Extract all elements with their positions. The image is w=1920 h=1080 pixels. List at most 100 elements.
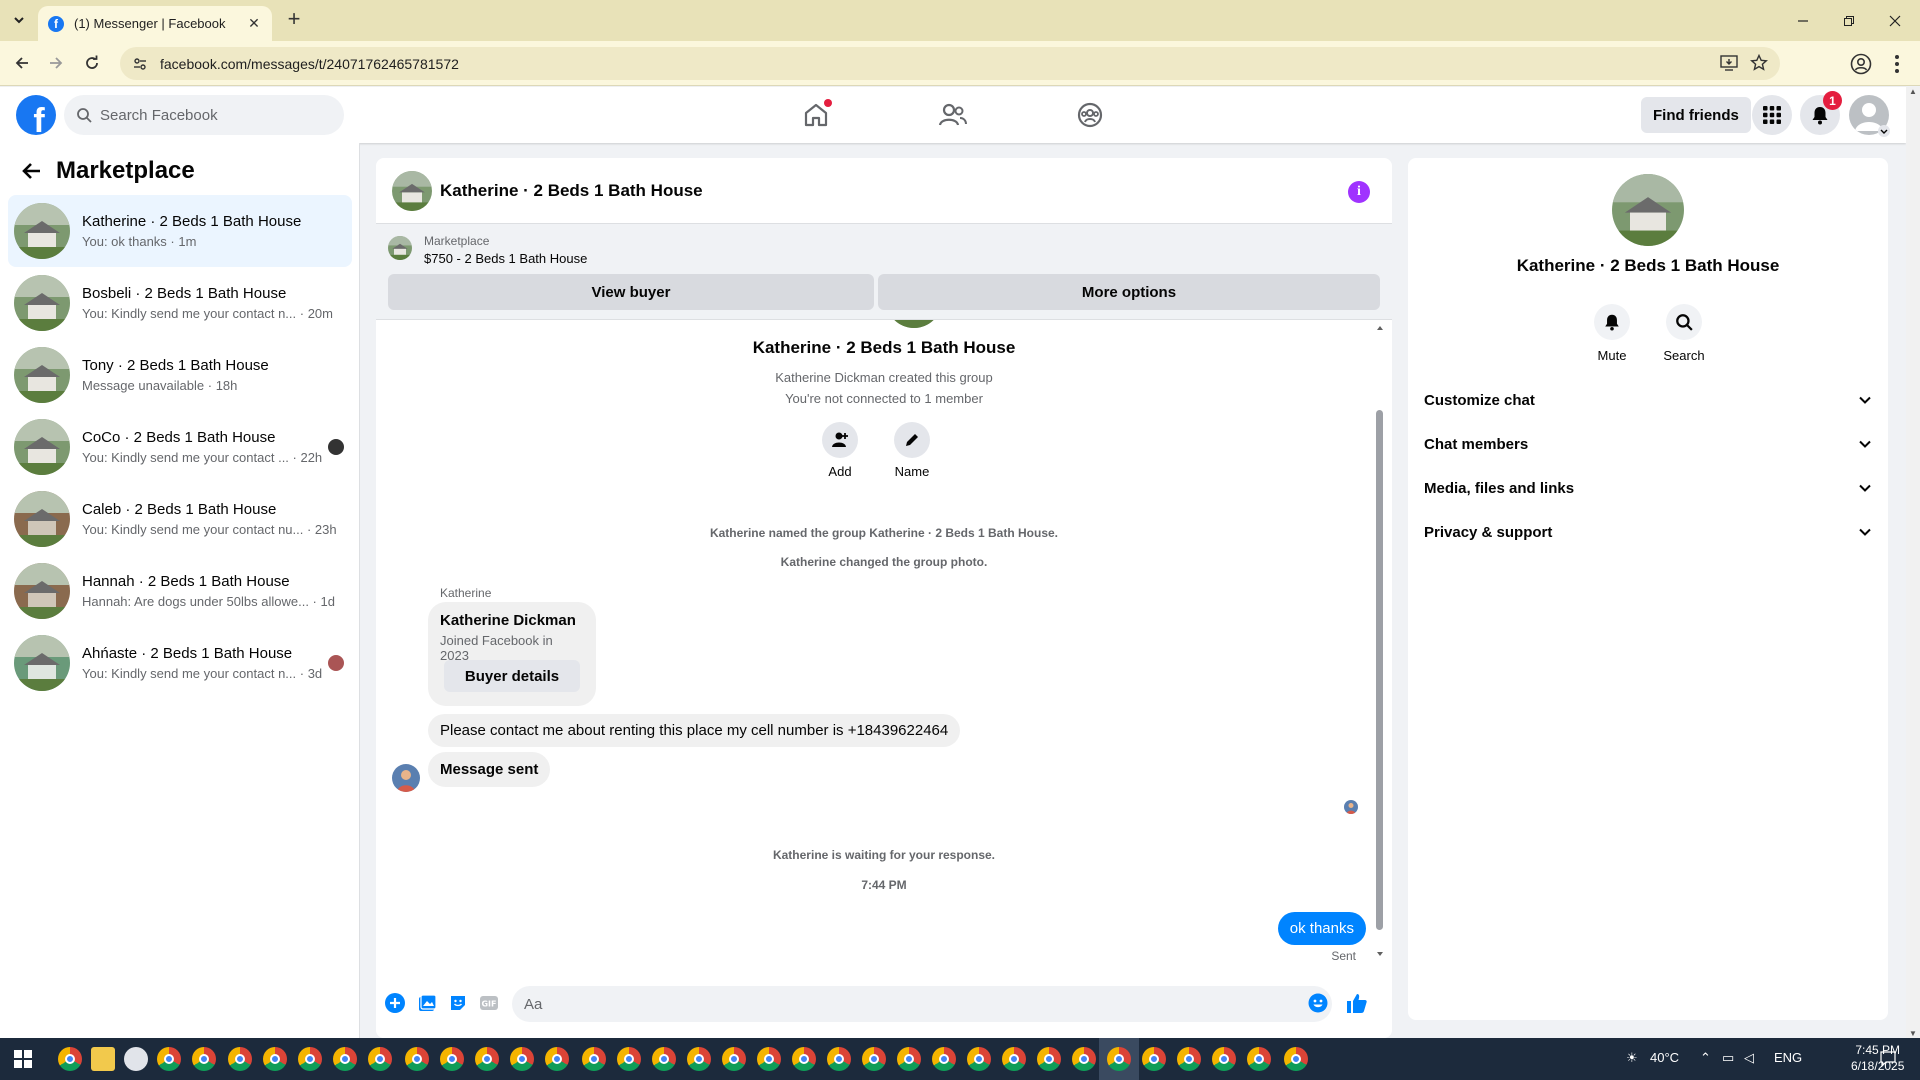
conversation-item[interactable]: Tony · 2 Beds 1 Bath House Message unava…	[8, 339, 352, 411]
chrome-icon[interactable]	[298, 1047, 322, 1071]
chrome-icon[interactable]	[1037, 1047, 1061, 1071]
message-bubble[interactable]: Message sent	[428, 752, 551, 787]
weather-temp[interactable]: 40°C	[1650, 1050, 1679, 1065]
volume-icon[interactable]: ◁	[1744, 1050, 1754, 1066]
account-chevron-icon[interactable]	[1878, 125, 1890, 137]
site-settings-icon[interactable]	[132, 56, 148, 72]
chrome-icon[interactable]	[932, 1047, 956, 1071]
install-app-icon[interactable]	[1720, 54, 1738, 72]
chrome-icon[interactable]	[827, 1047, 851, 1071]
info-section-row[interactable]: Privacy & support	[1424, 510, 1872, 554]
tab-search-button[interactable]	[8, 9, 30, 31]
chrome-icon[interactable]	[757, 1047, 781, 1071]
listing-thumbnail[interactable]	[388, 236, 412, 260]
home-nav-button[interactable]	[798, 97, 834, 133]
scroll-up-icon[interactable]	[1376, 324, 1384, 332]
menu-grid-button[interactable]	[1752, 95, 1792, 135]
info-section-row[interactable]: Customize chat	[1424, 378, 1872, 422]
notifications-button[interactable]: 1	[1800, 91, 1842, 135]
view-buyer-button[interactable]: View buyer	[388, 274, 874, 310]
chrome-icon[interactable]	[1072, 1047, 1096, 1071]
page-scrollbar[interactable]: ▲ ▼	[1906, 87, 1920, 1038]
outgoing-message-bubble[interactable]: ok thanks	[1277, 912, 1366, 945]
conversation-item[interactable]: CoCo · 2 Beds 1 Bath House You: Kindly s…	[8, 411, 352, 483]
chrome-icon[interactable]	[545, 1047, 569, 1071]
chrome-icon[interactable]	[1212, 1047, 1236, 1071]
conversation-item[interactable]: Bosbeli · 2 Beds 1 Bath House You: Kindl…	[8, 267, 352, 339]
more-options-button[interactable]: More options	[878, 274, 1380, 310]
language-indicator[interactable]: ENG	[1774, 1050, 1802, 1065]
scroll-down-icon[interactable]: ▼	[1909, 1029, 1917, 1038]
back-arrow-icon[interactable]	[20, 159, 44, 183]
reload-button[interactable]	[80, 51, 104, 75]
browser-profile-icon[interactable]	[1850, 53, 1872, 75]
chrome-icon[interactable]	[405, 1047, 429, 1071]
chrome-icon[interactable]	[617, 1047, 641, 1071]
chat-scrollbar[interactable]	[1376, 410, 1383, 930]
chrome-icon[interactable]	[897, 1047, 921, 1071]
chrome-icon[interactable]	[722, 1047, 746, 1071]
browser-menu-icon[interactable]	[1894, 54, 1900, 74]
browser-tab[interactable]: f (1) Messenger | Facebook ✕	[38, 6, 272, 41]
chrome-icon[interactable]	[1002, 1047, 1026, 1071]
add-member-button[interactable]: Add	[810, 422, 870, 479]
info-section-row[interactable]: Chat members	[1424, 422, 1872, 466]
chrome-icon[interactable]	[192, 1047, 216, 1071]
scroll-up-icon[interactable]: ▲	[1909, 87, 1917, 96]
close-tab-icon[interactable]: ✕	[246, 15, 262, 32]
message-bubble[interactable]: Please contact me about renting this pla…	[428, 714, 961, 747]
chat-avatar[interactable]	[392, 170, 432, 211]
chrome-icon[interactable]	[652, 1047, 676, 1071]
chrome-icon[interactable]	[263, 1047, 287, 1071]
message-input[interactable]	[512, 986, 1332, 1022]
like-button[interactable]	[1346, 992, 1368, 1014]
groups-nav-button[interactable]	[1072, 97, 1108, 133]
new-tab-button[interactable]: +	[282, 8, 306, 32]
scroll-down-icon[interactable]	[1376, 950, 1384, 958]
tray-chevron-icon[interactable]: ⌃	[1700, 1050, 1711, 1066]
info-section-row[interactable]: Media, files and links	[1424, 466, 1872, 510]
conversation-item[interactable]: Caleb · 2 Beds 1 Bath House You: Kindly …	[8, 483, 352, 555]
conversation-item[interactable]: Ahńaste · 2 Beds 1 Bath House You: Kindl…	[8, 627, 352, 699]
chrome-icon[interactable]	[687, 1047, 711, 1071]
conversation-item[interactable]: Katherine · 2 Beds 1 Bath House You: ok …	[8, 195, 352, 267]
windows-start-icon[interactable]	[14, 1050, 32, 1068]
mute-button[interactable]: Mute	[1582, 304, 1642, 363]
chrome-icon[interactable]	[862, 1047, 886, 1071]
facebook-logo-icon[interactable]: f	[16, 95, 56, 135]
system-clock[interactable]: 7:45 PM 6/18/2025	[1851, 1042, 1904, 1074]
sticker-button[interactable]	[447, 992, 469, 1014]
group-photo[interactable]	[1612, 174, 1684, 246]
conversation-item[interactable]: Hannah · 2 Beds 1 Bath House Hannah: Are…	[8, 555, 352, 627]
facebook-search[interactable]	[64, 95, 344, 135]
chrome-icon[interactable]	[1142, 1047, 1166, 1071]
chrome-icon[interactable]	[475, 1047, 499, 1071]
weather-icon[interactable]: ☀	[1626, 1050, 1638, 1066]
chrome-icon[interactable]	[1284, 1047, 1308, 1071]
chrome-icon[interactable]	[58, 1047, 82, 1071]
chrome-icon[interactable]	[333, 1047, 357, 1071]
search-conversation-button[interactable]: Search	[1654, 304, 1714, 363]
chat-title[interactable]: Katherine · 2 Beds 1 Bath House	[440, 181, 703, 201]
url-text[interactable]: facebook.com/messages/t/2407176246578157…	[160, 56, 459, 72]
omnibox[interactable]: facebook.com/messages/t/2407176246578157…	[120, 47, 1780, 80]
minimize-button[interactable]	[1780, 0, 1826, 41]
chrome-icon[interactable]	[510, 1047, 534, 1071]
app-icon[interactable]	[124, 1047, 148, 1071]
conversation-info-button[interactable]: i	[1348, 181, 1370, 203]
chrome-icon[interactable]	[228, 1047, 252, 1071]
edit-name-button[interactable]: Name	[882, 422, 942, 479]
chrome-icon[interactable]	[1107, 1047, 1131, 1071]
attach-photo-button[interactable]	[416, 992, 438, 1014]
chrome-icon[interactable]	[368, 1047, 392, 1071]
chrome-icon[interactable]	[440, 1047, 464, 1071]
search-input[interactable]	[100, 106, 330, 124]
restore-button[interactable]	[1826, 0, 1872, 41]
chrome-icon[interactable]	[967, 1047, 991, 1071]
chrome-icon[interactable]	[582, 1047, 606, 1071]
bookmark-star-icon[interactable]	[1750, 54, 1768, 72]
find-friends-button[interactable]: Find friends	[1641, 97, 1751, 133]
buyer-details-button[interactable]: Buyer details	[444, 660, 580, 692]
close-window-button[interactable]	[1872, 0, 1918, 41]
chrome-icon[interactable]	[792, 1047, 816, 1071]
